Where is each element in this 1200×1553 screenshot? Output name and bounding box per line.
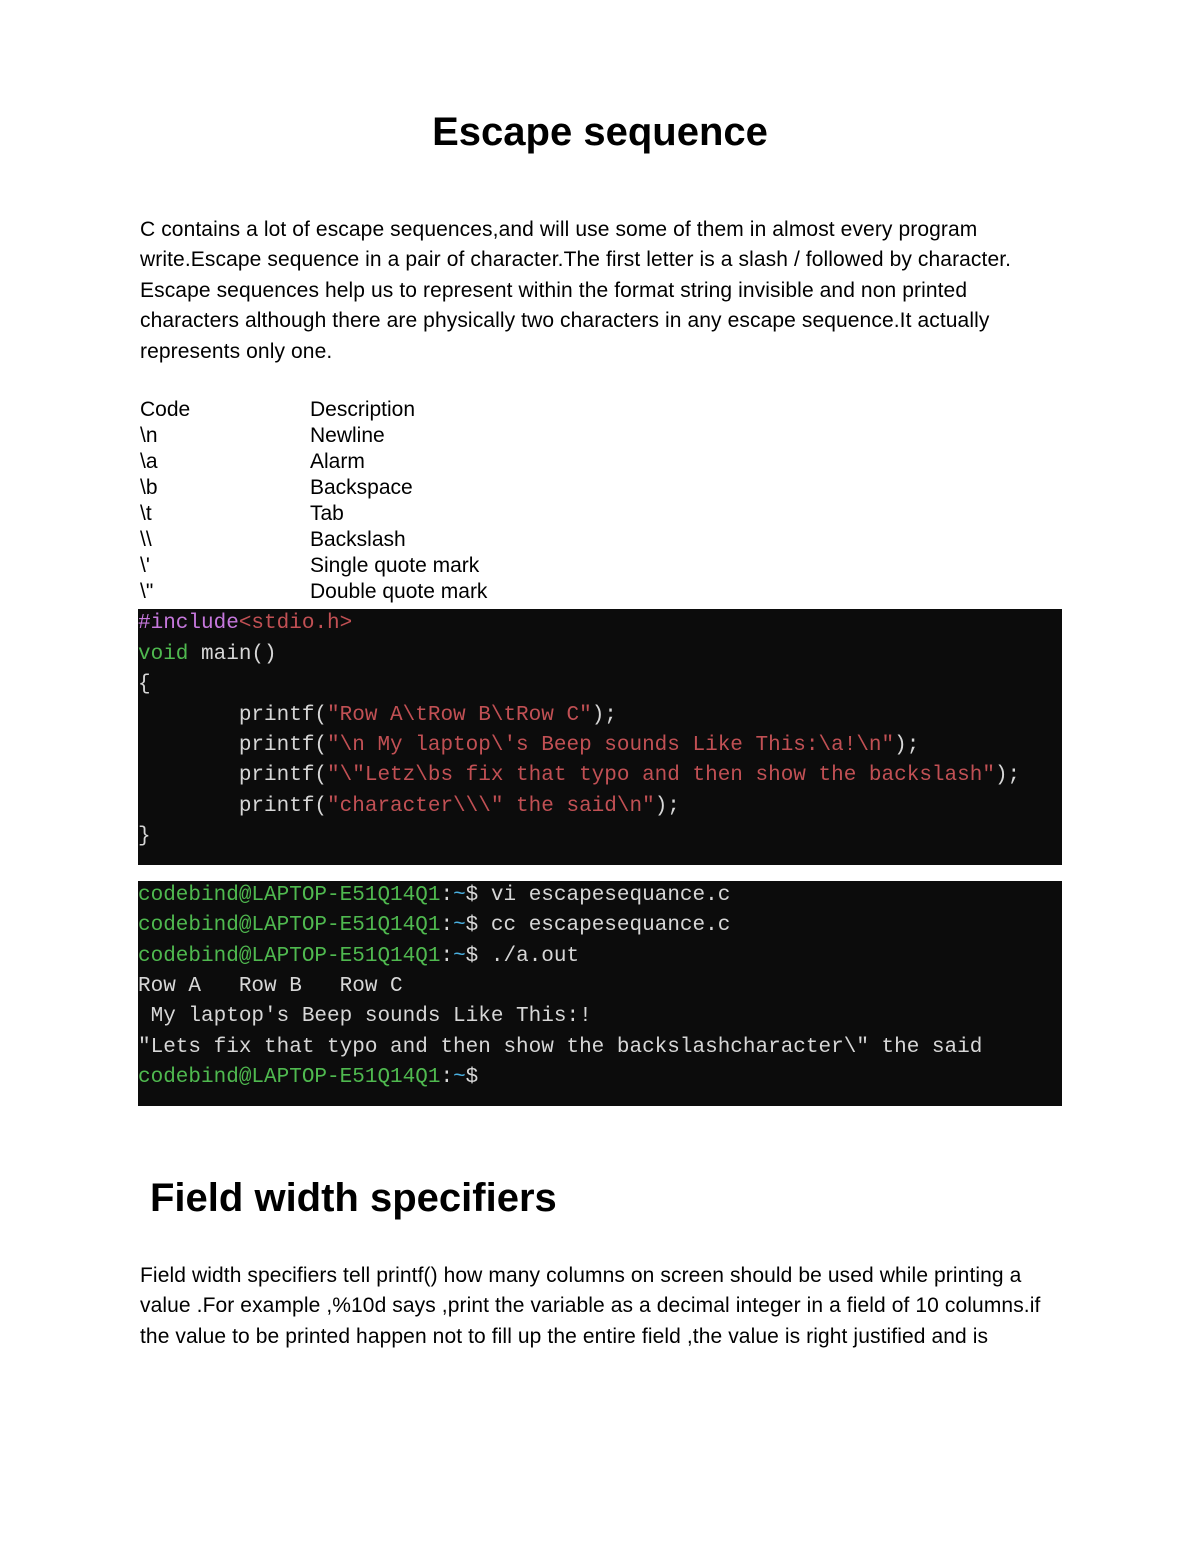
desc-cell: Single quote mark [310, 553, 487, 579]
code-token: void [138, 643, 188, 666]
code-token: ); [592, 704, 617, 727]
heading-escape-sequence: Escape sequence [140, 110, 1060, 155]
heading-field-width: Field width specifiers [150, 1176, 1060, 1221]
code-token: ); [655, 795, 680, 818]
terminal-user: codebind@LAPTOP-E51Q14Q1 [138, 884, 440, 907]
desc-cell: Newline [310, 423, 487, 449]
table-row: \' Single quote mark [140, 553, 487, 579]
escape-codes-table: Code Description \n Newline \a Alarm \b … [140, 397, 487, 605]
terminal-block: codebind@LAPTOP-E51Q14Q1:~$ vi escapeseq… [138, 881, 1062, 1106]
code-token: printf( [138, 704, 327, 727]
paragraph-escape-intro: C contains a lot of escape sequences,and… [140, 215, 1060, 367]
code-cell: \' [140, 553, 310, 579]
terminal-command: ./a.out [491, 945, 579, 968]
code-cell: \" [140, 579, 310, 605]
code-token: "\n My laptop\'s Beep sounds Like This:\… [327, 734, 894, 757]
terminal-output: "Lets fix that typo and then show the ba… [138, 1036, 982, 1059]
code-token: "character\\\" the said\n" [327, 795, 655, 818]
desc-cell: Tab [310, 501, 487, 527]
code-token: "\"Letz\bs fix that typo and then show t… [327, 764, 995, 787]
table-row: \n Newline [140, 423, 487, 449]
terminal-user: codebind@LAPTOP-E51Q14Q1 [138, 1066, 440, 1089]
code-token: { [138, 673, 151, 696]
table-row: Code Description [140, 397, 487, 423]
table-row: \" Double quote mark [140, 579, 487, 605]
terminal-user: codebind@LAPTOP-E51Q14Q1 [138, 945, 440, 968]
code-editor-block: #include<stdio.h> void main() { printf("… [138, 609, 1062, 865]
paragraph-field-width: Field width specifiers tell printf() how… [140, 1261, 1060, 1352]
desc-cell: Alarm [310, 449, 487, 475]
table-row: \a Alarm [140, 449, 487, 475]
table-header-description: Description [310, 397, 487, 423]
table-row: \b Backspace [140, 475, 487, 501]
terminal-path: ~ [453, 884, 466, 907]
code-token: } [138, 825, 151, 848]
code-token: ); [894, 734, 919, 757]
code-token: ); [995, 764, 1020, 787]
terminal-output: My laptop's Beep sounds Like This:! [138, 1005, 592, 1028]
code-cell: \t [140, 501, 310, 527]
code-token: printf( [138, 764, 327, 787]
desc-cell: Double quote mark [310, 579, 487, 605]
table-row: \t Tab [140, 501, 487, 527]
code-cell: \\ [140, 527, 310, 553]
code-token: "Row A\tRow B\tRow C" [327, 704, 592, 727]
table-row: \\ Backslash [140, 527, 487, 553]
code-cell: \n [140, 423, 310, 449]
code-token: <stdio.h> [239, 612, 352, 635]
desc-cell: Backspace [310, 475, 487, 501]
code-token: main() [188, 643, 276, 666]
terminal-path: ~ [453, 914, 466, 937]
terminal-path: ~ [453, 945, 466, 968]
terminal-user: codebind@LAPTOP-E51Q14Q1 [138, 914, 440, 937]
terminal-command: cc escapesequance.c [491, 914, 730, 937]
code-cell: \a [140, 449, 310, 475]
terminal-output: Row A Row B Row C [138, 975, 403, 998]
code-token: #include [138, 612, 239, 635]
desc-cell: Backslash [310, 527, 487, 553]
code-token: printf( [138, 795, 327, 818]
terminal-command: vi escapesequance.c [491, 884, 730, 907]
terminal-path: ~ [453, 1066, 466, 1089]
code-cell: \b [140, 475, 310, 501]
code-token: printf( [138, 734, 327, 757]
table-header-code: Code [140, 397, 310, 423]
document-page: Escape sequence C contains a lot of esca… [0, 0, 1200, 1442]
